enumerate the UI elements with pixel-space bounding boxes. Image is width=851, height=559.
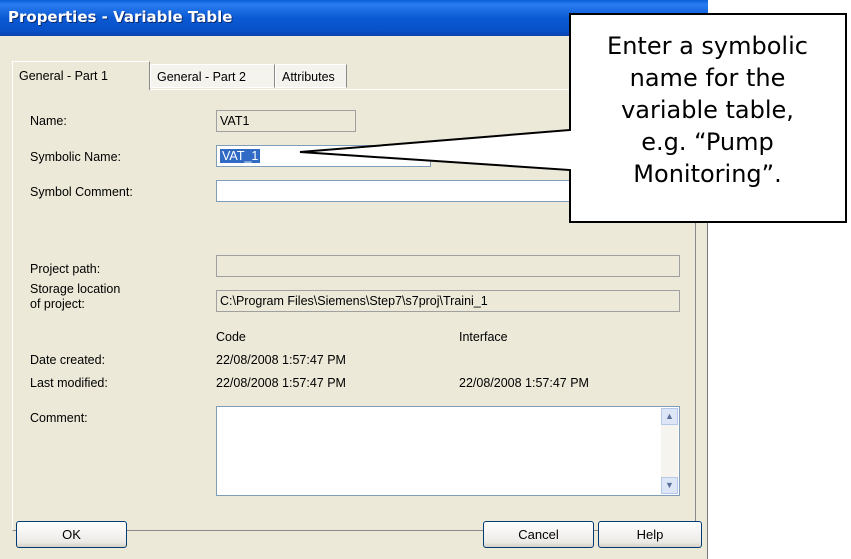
callout-line-4: e.g. “Pump xyxy=(641,128,774,156)
tab-general-part-1[interactable]: General - Part 1 xyxy=(12,61,150,90)
callout-line-3: variable table, xyxy=(621,96,794,124)
callout-line-1: Enter a symbolic xyxy=(607,32,808,60)
callout-text: Enter a symbolic name for the variable t… xyxy=(570,30,845,190)
callout-line-5: Monitoring”. xyxy=(633,160,782,188)
callout-line-2: name for the xyxy=(629,64,786,92)
